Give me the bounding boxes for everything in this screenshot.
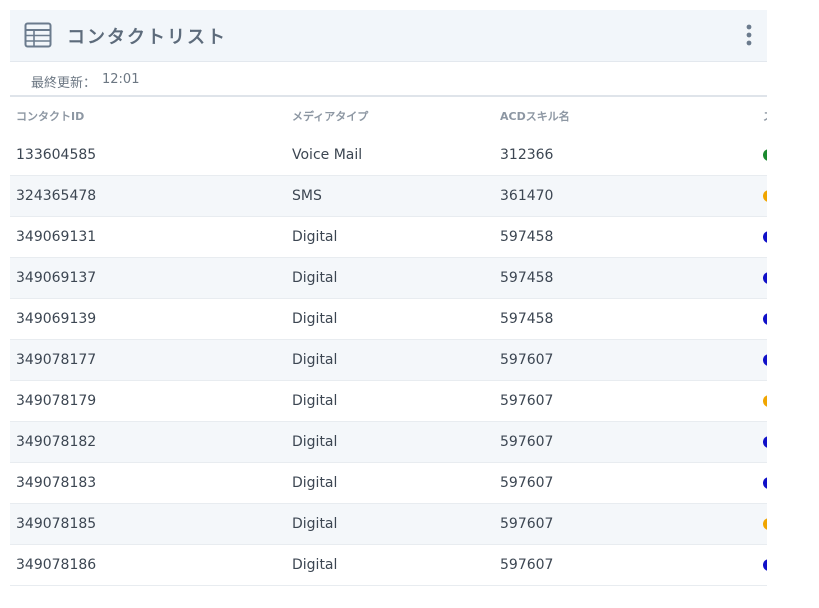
cell-media-type: Voice Mail — [286, 135, 494, 176]
status-dot-icon — [763, 395, 767, 407]
cell-contact-id: 133604585 — [10, 135, 286, 176]
table-row[interactable]: 133604585 Voice Mail 312366 — [10, 135, 767, 176]
table-row[interactable]: 349069131 Digital 597458 — [10, 216, 767, 258]
status-dot-icon — [763, 272, 767, 284]
cell-media-type: Digital — [286, 216, 494, 258]
cell-contact-id: 349078182 — [10, 421, 286, 463]
table-row[interactable]: 349078185 Digital 597607 — [10, 503, 767, 545]
table-row[interactable]: 349078183 Digital 597607 — [10, 462, 767, 504]
last-updated-time: 12:01 — [102, 72, 140, 87]
cell-acd-skill: 597607 — [494, 380, 760, 422]
cell-status — [760, 503, 767, 545]
cell-media-type: Digital — [286, 503, 494, 545]
cell-media-type: Digital — [286, 421, 494, 463]
status-dot-icon — [763, 190, 767, 202]
last-updated-bar: 最終更新： 12:01 — [10, 62, 767, 97]
table-header-row: コンタクトID メディアタイプ ACDスキル名 ス — [10, 97, 767, 135]
status-dot-icon — [763, 477, 767, 489]
cell-media-type: Digital — [286, 544, 494, 586]
cell-acd-skill: 597607 — [494, 544, 760, 586]
cell-media-type: Digital — [286, 257, 494, 299]
column-header-contact-id[interactable]: コンタクトID — [10, 97, 286, 135]
table-row[interactable]: 349069137 Digital 597458 — [10, 257, 767, 299]
cell-status — [760, 135, 767, 176]
cell-acd-skill: 597458 — [494, 216, 760, 258]
table-row[interactable]: 349069139 Digital 597458 — [10, 298, 767, 340]
cell-acd-skill: 312366 — [494, 135, 760, 176]
cell-acd-skill: 361470 — [494, 175, 760, 217]
cell-status — [760, 257, 767, 299]
panel-header: コンタクトリスト — [10, 10, 767, 62]
status-dot-icon — [763, 231, 767, 243]
table-row[interactable]: 349078182 Digital 597607 — [10, 421, 767, 463]
status-dot-icon — [763, 354, 767, 366]
cell-status — [760, 421, 767, 463]
last-updated-label: 最終更新： — [31, 76, 97, 91]
cell-contact-id: 349069137 — [10, 257, 286, 299]
cell-media-type: Digital — [286, 298, 494, 340]
cell-media-type: SMS — [286, 175, 494, 217]
cell-status — [760, 216, 767, 258]
cell-status — [760, 380, 767, 422]
column-header-media-type[interactable]: メディアタイプ — [286, 97, 494, 135]
table-row[interactable]: 349078186 Digital 597607 — [10, 544, 767, 586]
vertical-ellipsis-icon[interactable] — [739, 22, 759, 50]
cell-media-type: Digital — [286, 380, 494, 422]
cell-contact-id: 349078177 — [10, 339, 286, 381]
cell-status — [760, 175, 767, 217]
cell-contact-id: 349078179 — [10, 380, 286, 422]
table-row[interactable]: 324365478 SMS 361470 — [10, 175, 767, 217]
cell-media-type: Digital — [286, 339, 494, 381]
contact-table: コンタクトID メディアタイプ ACDスキル名 ス 133604585Voice… — [10, 97, 767, 586]
cell-acd-skill: 597607 — [494, 462, 760, 504]
status-dot-icon — [763, 436, 767, 448]
cell-media-type: Digital — [286, 462, 494, 504]
cell-status — [760, 544, 767, 586]
cell-contact-id: 349069139 — [10, 298, 286, 340]
column-header-status[interactable]: ス — [760, 97, 767, 135]
status-dot-icon — [763, 149, 767, 161]
cell-status — [760, 298, 767, 340]
cell-contact-id: 349069131 — [10, 216, 286, 258]
status-dot-icon — [763, 559, 767, 571]
status-dot-icon — [763, 313, 767, 325]
cell-acd-skill: 597607 — [494, 339, 760, 381]
cell-acd-skill: 597458 — [494, 298, 760, 340]
contact-list-panel: コンタクトリスト 最終更新： 12:01 コンタクトID メディアタイプ ACD… — [10, 10, 767, 608]
cell-acd-skill: 597607 — [494, 421, 760, 463]
table-row[interactable]: 349078177 Digital 597607 — [10, 339, 767, 381]
cell-contact-id: 324365478 — [10, 175, 286, 217]
cell-status — [760, 339, 767, 381]
column-header-acd-skill[interactable]: ACDスキル名 — [494, 97, 760, 135]
cell-contact-id: 349078183 — [10, 462, 286, 504]
table-row[interactable]: 349078179 Digital 597607 — [10, 380, 767, 422]
table-grid-icon — [24, 22, 52, 48]
page-title: コンタクトリスト — [67, 27, 227, 48]
cell-contact-id: 349078186 — [10, 544, 286, 586]
cell-status — [760, 462, 767, 504]
status-dot-icon — [763, 518, 767, 530]
cell-contact-id: 349078185 — [10, 503, 286, 545]
cell-acd-skill: 597458 — [494, 257, 760, 299]
cell-acd-skill: 597607 — [494, 503, 760, 545]
